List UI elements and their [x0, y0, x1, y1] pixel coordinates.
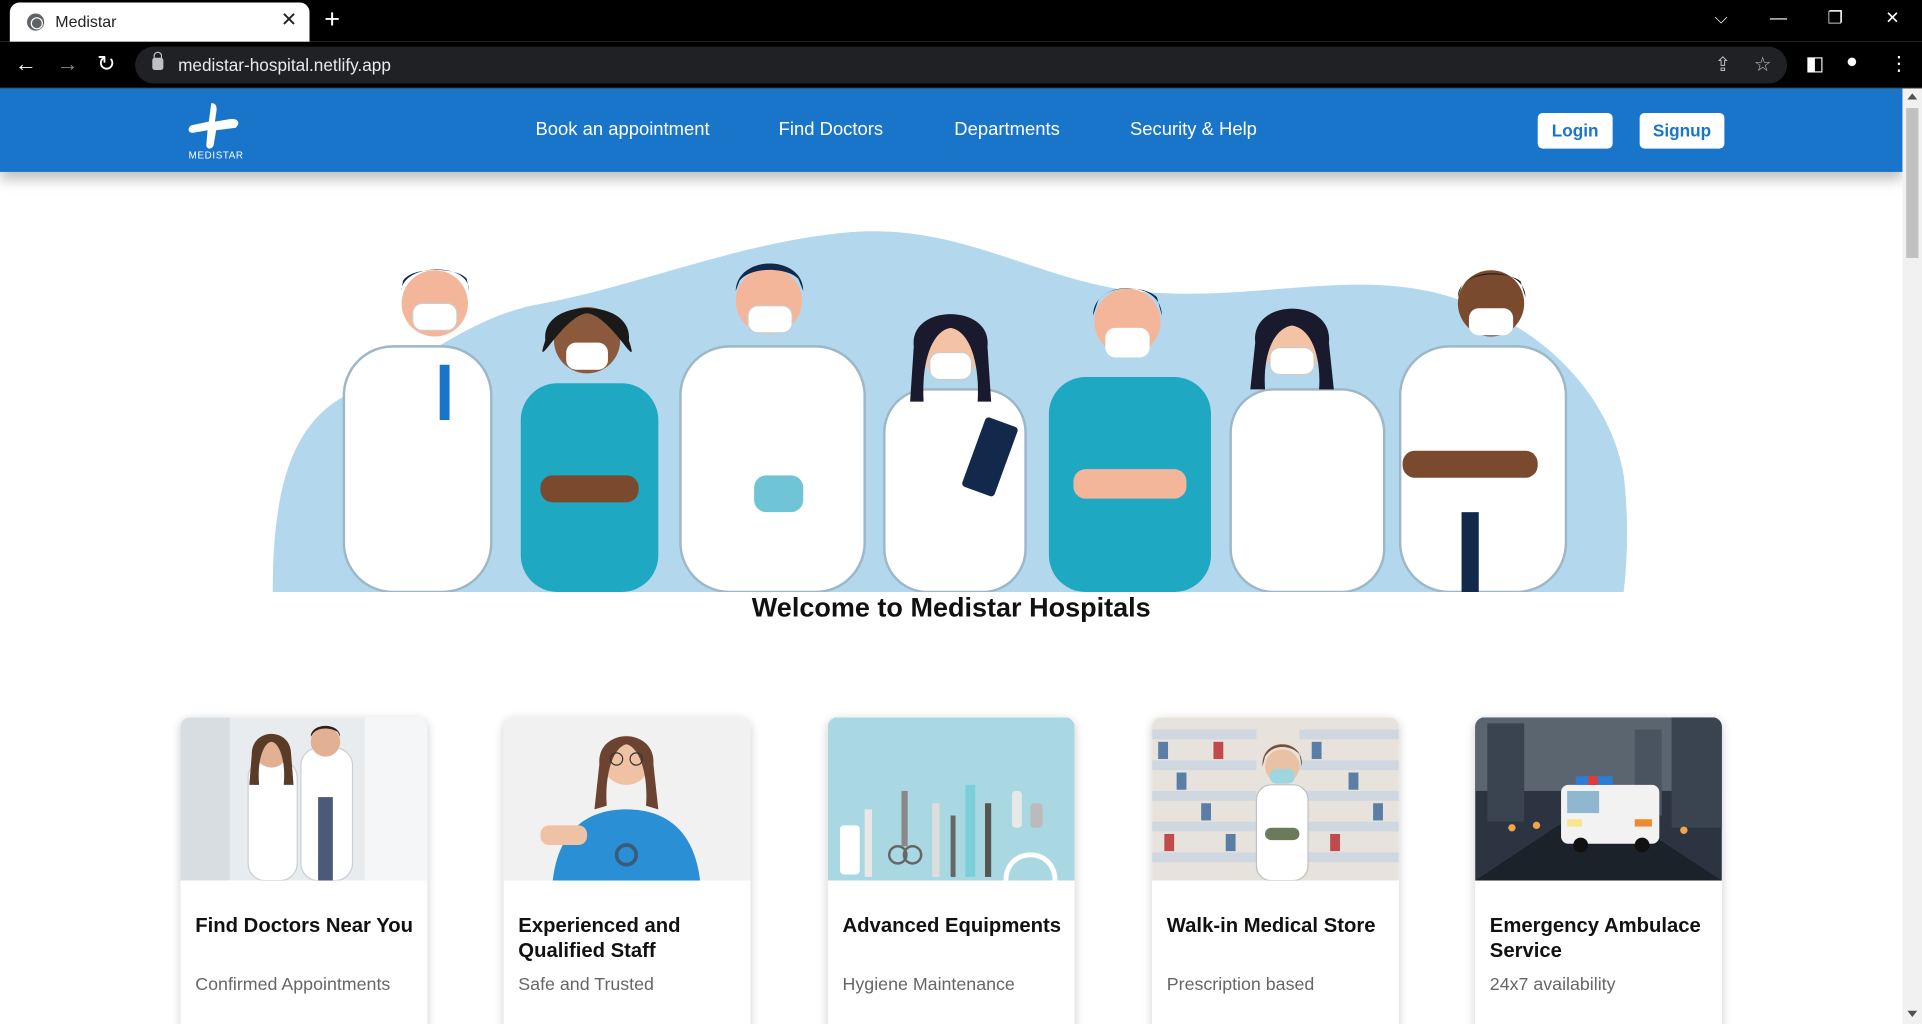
browser-toolbar: ← → ↻ medistar-hospital.netlify.app ⇪ ☆ …	[0, 41, 1922, 89]
card-title: Experienced and Qualified Staff	[518, 915, 681, 962]
welcome-heading: Welcome to Medistar Hospitals	[751, 591, 1151, 623]
restore-icon[interactable]: ❐	[1828, 7, 1843, 28]
card-title: Find Doctors Near You	[195, 915, 413, 938]
new-tab-button[interactable]: +	[324, 4, 340, 34]
logo-text: MEDISTAR	[188, 149, 244, 161]
tab-title: Medistar	[55, 12, 117, 31]
close-tab-icon[interactable]: ✕	[281, 10, 297, 32]
back-icon[interactable]: ←	[15, 52, 37, 77]
medistar-logo[interactable]: MEDISTAR	[187, 101, 246, 162]
nav-find-doctors[interactable]: Find Doctors	[779, 119, 883, 140]
login-button[interactable]: Login	[1537, 112, 1613, 149]
pharmacy-image	[1152, 717, 1399, 881]
card-medical-store[interactable]: Walk-in Medical Store Prescription based	[1152, 717, 1399, 1024]
card-subtitle: Confirmed Appointments	[195, 975, 391, 995]
signup-button[interactable]: Signup	[1639, 112, 1725, 149]
card-subtitle: Hygiene Maintenance	[842, 975, 1015, 995]
tab-search-icon[interactable]: ⌵	[1715, 7, 1728, 28]
card-find-doctors[interactable]: Find Doctors Near You Confirmed Appointm…	[180, 717, 428, 1024]
nav-departments[interactable]: Departments	[954, 119, 1059, 140]
profile-icon[interactable]: ●	[1846, 52, 1858, 74]
doctors-couple-image	[180, 717, 428, 881]
globe-icon	[27, 13, 45, 31]
doctors-hero-illustration	[272, 231, 1628, 592]
reload-icon[interactable]: ↻	[97, 52, 116, 77]
card-ambulance-service[interactable]: Emergency Ambulace Service 24x7 availabi…	[1475, 717, 1722, 1024]
card-qualified-staff[interactable]: Experienced and Qualified Staff Safe and…	[503, 717, 751, 1024]
nav-security-help[interactable]: Security & Help	[1130, 119, 1257, 140]
screen: Medistar ✕ + ⌵ — ❐ ✕ ← → ↻ medistar-hosp…	[0, 0, 1922, 1024]
bookmark-star-icon[interactable]: ☆	[1754, 53, 1772, 78]
medistar-logo-mark	[188, 103, 239, 149]
scroll-up-arrow-icon[interactable]	[1907, 93, 1918, 100]
medical-equipment-image	[827, 717, 1075, 881]
ambulance-image	[1475, 717, 1722, 881]
minimize-icon[interactable]: —	[1770, 7, 1787, 27]
browser-tab[interactable]: Medistar ✕	[9, 2, 310, 42]
scroll-down-arrow-icon[interactable]	[1907, 1010, 1918, 1017]
card-title: Advanced Equipments	[842, 915, 1062, 938]
browser-tab-bar: Medistar ✕ + ⌵ — ❐ ✕	[0, 0, 1922, 42]
scroll-thumb[interactable]	[1906, 108, 1919, 258]
address-bar[interactable]: medistar-hospital.netlify.app ⇪ ☆	[135, 46, 1788, 84]
nav-book-appointment[interactable]: Book an appointment	[535, 119, 709, 140]
card-subtitle: Prescription based	[1166, 975, 1315, 995]
card-subtitle: Safe and Trusted	[518, 975, 654, 995]
card-title: Walk-in Medical Store	[1166, 915, 1376, 938]
share-icon[interactable]: ⇪	[1715, 53, 1731, 78]
site-navbar: MEDISTAR Book an appointment Find Doctor…	[0, 88, 1903, 172]
web-page: MEDISTAR Book an appointment Find Doctor…	[0, 88, 1903, 1024]
forward-icon[interactable]: →	[56, 52, 78, 77]
close-window-icon[interactable]: ✕	[1885, 7, 1899, 28]
menu-icon[interactable]: ⋮	[1889, 52, 1909, 77]
nurse-thumbs-up-image	[503, 717, 751, 881]
url-text: medistar-hospital.netlify.app	[178, 55, 391, 75]
card-title: Emergency Ambulace Service	[1489, 915, 1701, 962]
side-panel-icon[interactable]: ◧	[1805, 52, 1824, 77]
card-advanced-equipments[interactable]: Advanced Equipments Hygiene Maintenance	[827, 717, 1075, 1024]
card-subtitle: 24x7 availability	[1489, 975, 1616, 995]
lock-icon	[152, 51, 164, 71]
page-scrollbar[interactable]	[1902, 88, 1922, 1024]
